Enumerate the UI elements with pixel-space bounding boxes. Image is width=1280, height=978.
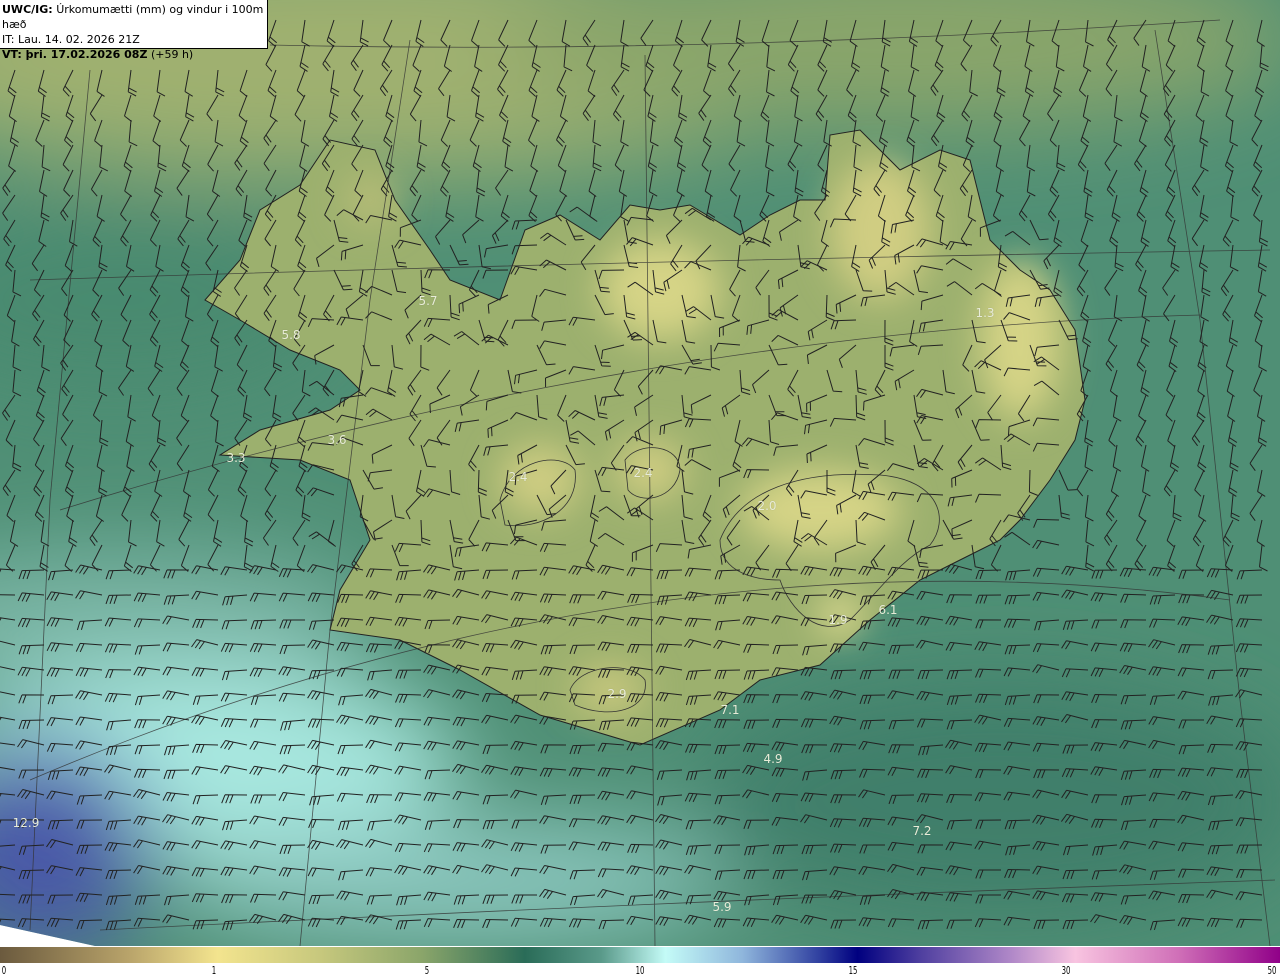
colorbar-tick: 10 — [635, 964, 645, 977]
map-value-label: 3.6 — [327, 433, 347, 447]
colorbar-tick: 0 — [1, 964, 7, 977]
map-value-label: 7.2 — [912, 824, 932, 838]
colorbar-tick: 50 — [1267, 964, 1277, 977]
map-header: UWC/IG: Úrkomumætti (mm) og vindur i 100… — [0, 0, 268, 61]
map-value-label: 2.9 — [607, 687, 627, 701]
map-value-label: 3.3 — [226, 451, 246, 465]
map-value-label: 5.7 — [418, 294, 438, 308]
map-value-label: 7.1 — [720, 703, 740, 717]
valid-time: VT: þri. 17.02.2026 08Z — [2, 48, 148, 61]
map-value-label: 1.3 — [975, 306, 995, 320]
map-value-label: 5.9 — [712, 900, 732, 914]
map-value-label: 2.4 — [508, 470, 528, 484]
map-value-label: 1.9 — [828, 613, 848, 627]
lead-time: (+59 h) — [150, 48, 194, 61]
map-value-label: 4.9 — [763, 752, 783, 766]
colorbar: 0 1 5 10 15 30 50 — [0, 947, 1280, 978]
colorbar-tick: 15 — [848, 964, 858, 977]
init-time: IT: Lau. 14. 02. 2026 21Z — [2, 33, 140, 46]
colorbar-gradient — [0, 947, 1280, 963]
map-value-label: 5.8 — [281, 328, 301, 342]
map-value-label: 12.9 — [12, 816, 40, 830]
map-value-label: 2.0 — [757, 499, 777, 513]
colorbar-tick: 5 — [424, 964, 430, 977]
map-value-label: 6.1 — [878, 603, 898, 617]
model-name: UWC/IG: — [2, 3, 53, 16]
colorbar-tick: 1 — [211, 964, 217, 977]
map-value-label: 2.4 — [633, 466, 653, 480]
colorbar-tick: 30 — [1061, 964, 1071, 977]
